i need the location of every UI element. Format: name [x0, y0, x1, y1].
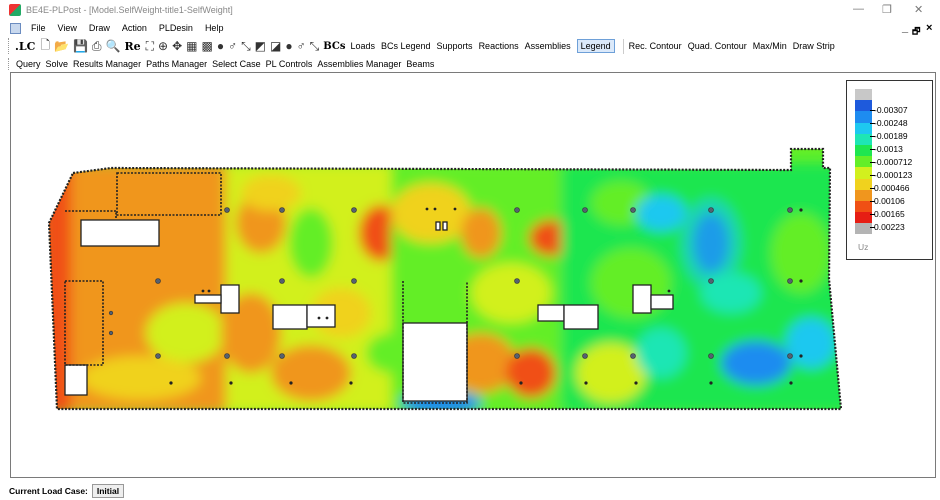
supports-button[interactable]: Supports — [437, 41, 473, 51]
mesh-icon[interactable]: ▩ — [201, 39, 212, 53]
legend-label: -0.00248 — [870, 118, 934, 128]
legend-label: -0.0013 — [870, 144, 934, 154]
menu-view[interactable]: View — [58, 23, 77, 33]
assemblies-button[interactable]: Assemblies — [525, 41, 571, 51]
zoom-window-icon[interactable]: ⛶ — [146, 39, 154, 54]
drawing-canvas[interactable]: -0.00307 -0.00248 -0.00189 -0.0013 -0.00… — [10, 72, 936, 478]
legend-label: 0.00106 — [870, 196, 934, 206]
legend-swatch — [855, 189, 872, 201]
point-icon[interactable]: ● — [217, 39, 224, 53]
legend-button[interactable]: Legend — [576, 39, 615, 53]
legend-swatch — [855, 89, 872, 101]
toolbar-grip[interactable] — [8, 57, 11, 70]
slab-icon[interactable]: ◪ — [270, 39, 281, 53]
menu-bar: File View Draw Action PLDesin Help — [0, 20, 940, 36]
legend-label: -0.000123 — [870, 170, 934, 180]
secondary-toolbar: Query Solve Results Manager Paths Manage… — [0, 56, 940, 71]
current-load-case-value: Initial — [91, 484, 125, 498]
legend-label: -0.00189 — [870, 131, 934, 141]
open-folder-icon[interactable]: 📂 — [54, 39, 69, 53]
legend-label: -0.000712 — [870, 157, 934, 167]
menu-draw[interactable]: Draw — [89, 23, 110, 33]
close-button[interactable]: ✕ — [914, 3, 923, 16]
beams-button[interactable]: Beams — [406, 59, 434, 69]
new-file-icon[interactable]: 🗋 — [40, 36, 50, 57]
reactions-button[interactable]: Reactions — [479, 41, 519, 51]
menu-action[interactable]: Action — [122, 23, 147, 33]
strip-icon[interactable]: ⤡ — [310, 39, 320, 54]
menu-help[interactable]: Help — [205, 23, 224, 33]
select-case-button[interactable]: Select Case — [212, 59, 261, 69]
pan-icon[interactable]: ✥ — [172, 39, 182, 53]
legend-swatch — [855, 200, 872, 213]
column-icon[interactable]: ♂ — [228, 39, 237, 53]
displacement-contour — [49, 149, 841, 409]
window-title: BE4E-PLPost - [Model.SelfWeight-title1-S… — [26, 5, 233, 15]
legend-swatch — [855, 223, 872, 235]
status-bar: Current Load Case: Initial — [0, 482, 940, 500]
redraw-button[interactable]: Re — [124, 40, 140, 53]
max-min-button[interactable]: Max/Min — [753, 41, 787, 51]
loads-button[interactable]: Loads — [350, 41, 375, 51]
load-case-button[interactable]: .LC — [15, 40, 35, 53]
legend-swatch — [855, 122, 872, 134]
area-icon[interactable]: ◩ — [255, 39, 266, 53]
node-icon[interactable]: ● — [285, 39, 292, 53]
legend-swatch — [855, 167, 872, 179]
menu-file[interactable]: File — [31, 23, 46, 33]
zoom-icon[interactable]: ⊕ — [158, 39, 168, 53]
legend-label: 0.00223 — [870, 222, 934, 232]
legend-swatch — [855, 111, 872, 123]
assemblies-manager-button[interactable]: Assemblies Manager — [317, 59, 401, 69]
rec-contour-button[interactable]: Rec. Contour — [629, 41, 682, 51]
app-icon — [9, 4, 21, 16]
minimize-button[interactable]: — — [853, 3, 864, 15]
title-bar: BE4E-PLPost - [Model.SelfWeight-title1-S… — [0, 0, 940, 20]
results-manager-button[interactable]: Results Manager — [73, 59, 141, 69]
query-button[interactable]: Query — [16, 59, 41, 69]
main-toolbar: .LC 🗋 📂 💾 ⎙ 🔍 Re ⛶ ⊕ ✥ ▦ ▩ ● ♂ ⤡ ◩ ◪ ● ♂… — [0, 36, 940, 56]
toolbar-separator — [622, 38, 624, 54]
legend-label: 0.00165 — [870, 209, 934, 219]
contour-legend: -0.00307 -0.00248 -0.00189 -0.0013 -0.00… — [846, 80, 933, 260]
pl-controls-button[interactable]: PL Controls — [266, 59, 313, 69]
document-icon[interactable] — [10, 22, 21, 34]
contour-plot[interactable] — [11, 73, 935, 477]
restore-button[interactable]: ❐ — [882, 3, 892, 16]
legend-unit: Uz — [858, 242, 869, 252]
support-icon[interactable]: ♂ — [297, 39, 306, 53]
line-icon[interactable]: ⤡ — [241, 39, 251, 54]
print-icon[interactable]: ⎙ — [92, 39, 102, 54]
solve-button[interactable]: Solve — [46, 59, 69, 69]
legend-label: 0.000466 — [870, 183, 934, 193]
legend-label: -0.00307 — [870, 105, 934, 115]
current-load-case-label: Current Load Case: — [9, 486, 88, 496]
quad-contour-button[interactable]: Quad. Contour — [688, 41, 747, 51]
save-icon[interactable]: 💾 — [73, 39, 88, 53]
paths-manager-button[interactable]: Paths Manager — [146, 59, 207, 69]
print-preview-icon[interactable]: 🔍 — [106, 39, 121, 53]
bcs-button[interactable]: BCs — [323, 41, 345, 52]
mdi-minimize-button[interactable]: _ — [902, 22, 908, 34]
bcs-legend-button[interactable]: BCs Legend — [381, 41, 431, 51]
mdi-close-button[interactable]: × — [926, 22, 932, 34]
menu-pldesin[interactable]: PLDesin — [159, 23, 193, 33]
toolbar-grip[interactable] — [8, 38, 11, 54]
grid-icon[interactable]: ▦ — [186, 39, 197, 53]
legend-swatch — [855, 144, 872, 157]
draw-strip-button[interactable]: Draw Strip — [793, 41, 835, 51]
